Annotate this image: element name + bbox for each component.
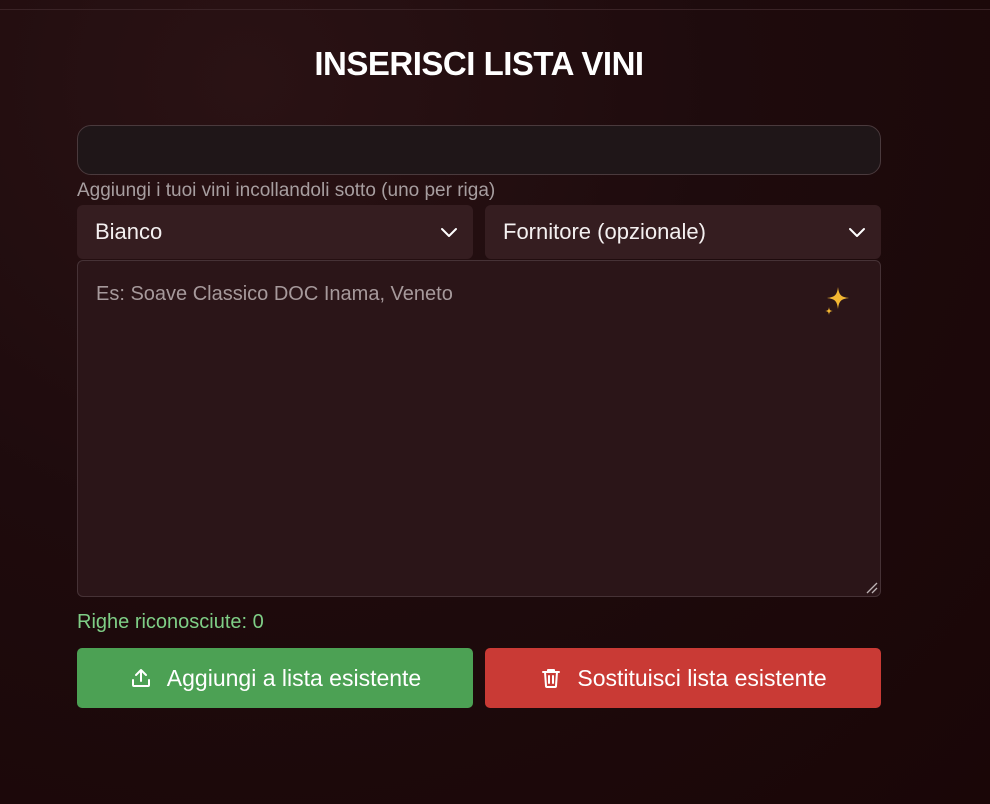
top-divider (0, 9, 990, 10)
replace-button-label: Sostituisci lista esistente (577, 664, 827, 691)
wine-list-textarea[interactable] (78, 261, 880, 596)
supplier-selected-value: Fornitore (opzionale) (503, 219, 706, 244)
resize-handle-icon[interactable] (864, 580, 878, 594)
trash-icon (542, 669, 561, 688)
add-button-label: Aggiungi a lista esistente (166, 664, 422, 691)
chevron-down-icon (441, 228, 457, 237)
supplier-select[interactable]: Fornitore (opzionale) (485, 205, 881, 259)
sparkles-icon[interactable] (824, 285, 854, 319)
replace-existing-list-button[interactable]: Sostituisci lista esistente (485, 648, 881, 708)
wine-type-select[interactable]: Bianco (77, 205, 473, 259)
wine-list-field (77, 260, 881, 597)
add-to-existing-list-button[interactable]: Aggiungi a lista esistente (77, 648, 473, 708)
chevron-down-icon (849, 228, 865, 237)
page-title: INSERISCI LISTA VINI (314, 45, 644, 82)
recognized-rows-count: Righe riconosciute: 0 (77, 611, 264, 633)
list-name-input[interactable] (77, 125, 881, 175)
helper-text: Aggiungi i tuoi vini incollandoli sotto … (77, 180, 496, 201)
wine-type-selected-value: Bianco (95, 219, 163, 244)
upload-icon (131, 669, 150, 687)
